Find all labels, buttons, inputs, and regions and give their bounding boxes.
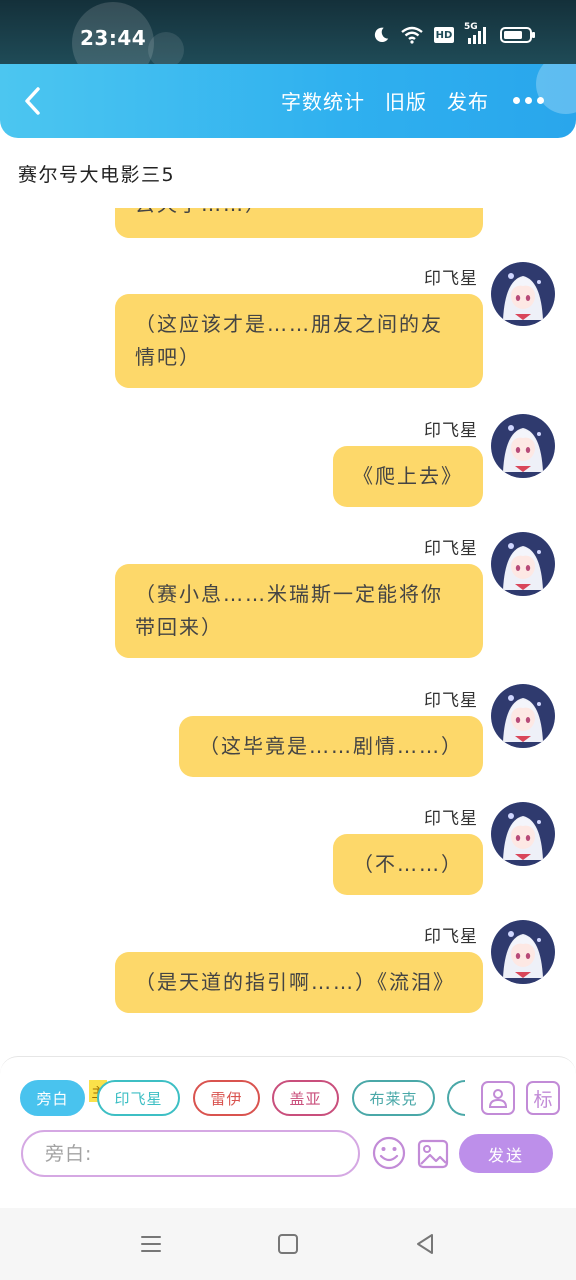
home-square-icon — [278, 1234, 298, 1254]
role-chip-yinfeixing[interactable]: 印飞星 — [97, 1080, 180, 1116]
message-bubble[interactable]: （这应该才是……朋友之间的友情吧） — [115, 294, 483, 388]
message-bubble[interactable]: 《爬上去》 — [333, 446, 483, 507]
back-triangle-icon — [417, 1234, 433, 1254]
mark-button[interactable]: 标 — [526, 1081, 560, 1115]
character-avatar-icon — [491, 532, 555, 596]
mark-label: 标 — [533, 1088, 553, 1111]
system-back-button[interactable] — [411, 1230, 439, 1258]
old-version-button[interactable]: 旧版 — [385, 86, 427, 115]
message-bubble[interactable]: （这毕竟是……剧情……） — [179, 716, 483, 777]
recent-apps-button[interactable] — [137, 1230, 165, 1258]
avatar[interactable] — [491, 802, 555, 866]
message-text: （这毕竟是……剧情……） — [199, 734, 463, 758]
message-bubble[interactable]: （赛小息……米瑞斯一定能将你带回来） — [115, 564, 483, 658]
character-avatar-icon — [491, 802, 555, 866]
image-icon — [417, 1139, 449, 1169]
status-icons: HD 5G — [372, 22, 536, 44]
message-bubble[interactable]: （是天道的指引啊……）《流泪》 — [115, 952, 483, 1013]
message-text: （不……） — [353, 852, 463, 876]
project-title: 赛尔号大电影三5 — [18, 164, 176, 186]
chevron-left-icon — [25, 87, 40, 115]
message-text: 《爬上去》 — [353, 464, 463, 488]
chip-label: 雷伊 — [210, 1089, 243, 1108]
status-time: 23:44 — [80, 26, 147, 50]
role-chip-gaiya[interactable]: 盖亚 — [272, 1080, 339, 1116]
chip-label: 印飞星 — [114, 1089, 163, 1108]
avatar[interactable] — [491, 532, 555, 596]
publish-button[interactable]: 发布 — [447, 86, 489, 115]
send-label: 发送 — [487, 1145, 524, 1165]
wifi-icon — [401, 26, 423, 44]
speaker-name: 印飞星 — [424, 927, 478, 947]
chip-label: 布莱克 — [369, 1089, 418, 1108]
status-bar: 23:44 HD 5G — [0, 0, 576, 84]
message-input[interactable] — [45, 1142, 345, 1165]
back-button[interactable] — [16, 84, 50, 118]
image-button[interactable] — [416, 1137, 450, 1171]
role-chip-narrator[interactable]: 旁白 — [20, 1080, 85, 1116]
message-text: 去天了……） — [135, 208, 267, 216]
battery-icon — [500, 27, 535, 43]
speaker-name: 印飞星 — [424, 269, 478, 289]
character-avatar-icon — [491, 414, 555, 478]
moon-icon — [374, 27, 389, 43]
message-bubble[interactable]: 去天了……） — [115, 208, 483, 238]
message-text: （这应该才是……朋友之间的友情吧） — [135, 312, 443, 369]
message-text: （是天道的指引啊……）《流泪》 — [135, 970, 455, 994]
menu-icon — [141, 1236, 161, 1252]
speaker-name: 印飞星 — [424, 539, 478, 559]
message-text: （赛小息……米瑞斯一定能将你带回来） — [135, 582, 443, 639]
avatar[interactable] — [491, 684, 555, 748]
word-count-button[interactable]: 字数统计 — [281, 86, 365, 115]
avatar[interactable] — [491, 262, 555, 326]
app-header: 字数统计 旧版 发布 — [0, 64, 576, 138]
hd-icon: HD — [434, 27, 454, 43]
system-nav-bar — [0, 1208, 576, 1280]
message-input-box[interactable] — [21, 1130, 360, 1177]
emoji-button[interactable] — [371, 1135, 407, 1171]
speaker-name: 印飞星 — [424, 691, 478, 711]
chip-label: 旁白 — [36, 1089, 69, 1108]
chip-label: 盖亚 — [289, 1089, 322, 1108]
header-actions: 字数统计 旧版 发布 — [281, 86, 544, 115]
role-profile-button[interactable] — [481, 1081, 515, 1115]
avatar[interactable] — [491, 920, 555, 984]
more-button[interactable] — [513, 97, 544, 104]
speaker-name: 印飞星 — [424, 809, 478, 829]
role-chip-leiyi[interactable]: 雷伊 — [193, 1080, 260, 1116]
character-avatar-icon — [491, 684, 555, 748]
message-bubble[interactable]: （不……） — [333, 834, 483, 895]
avatar[interactable] — [491, 414, 555, 478]
character-avatar-icon — [491, 262, 555, 326]
home-button[interactable] — [274, 1230, 302, 1258]
signal-5g-icon: 5G — [464, 22, 490, 44]
more-dots-icon — [513, 97, 520, 104]
person-card-icon — [488, 1089, 508, 1108]
emoji-icon — [372, 1136, 406, 1170]
chat-list[interactable]: 去天了……） 印飞星 （这应该才是……朋友之间的友情吧） 印飞星 — [0, 208, 576, 1056]
character-avatar-icon — [491, 920, 555, 984]
speaker-name: 印飞星 — [424, 421, 478, 441]
role-chip-buleike[interactable]: 布莱克 — [352, 1080, 435, 1116]
send-button[interactable]: 发送 — [459, 1134, 553, 1173]
decorative-bubble — [148, 32, 184, 68]
